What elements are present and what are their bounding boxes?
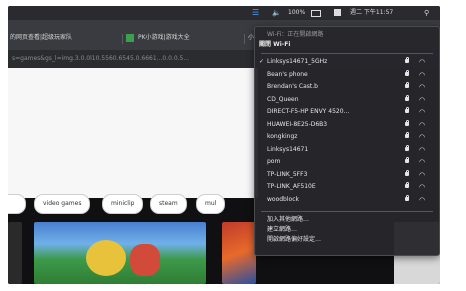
tab-divider bbox=[122, 34, 123, 44]
tab-2[interactable]: PK小游戏|游戏大全 bbox=[138, 30, 238, 46]
clock[interactable]: 週二 下午11:57 bbox=[350, 6, 393, 20]
wifi-icon[interactable]: ☰ bbox=[252, 6, 259, 20]
wifi-network-name: Linksys14671 bbox=[267, 145, 309, 153]
wifi-status-row: Wi-Fi：正在開啟網路 bbox=[255, 30, 439, 40]
wifi-network-item[interactable]: DIRECT-F5-HP ENVY 4520... ◠ bbox=[255, 107, 439, 117]
chip-steam[interactable]: steam bbox=[150, 194, 187, 214]
image-tile-zelda[interactable] bbox=[34, 222, 206, 284]
lock-icon bbox=[405, 69, 409, 76]
lock-icon bbox=[405, 169, 409, 176]
menu-item-label: 建立網路… bbox=[267, 226, 298, 233]
wifi-network-name: HUAWEI-8E25-D6B3 bbox=[267, 120, 328, 128]
wifi-signal-icon: ◠ bbox=[419, 108, 426, 116]
wifi-signal-icon: ◠ bbox=[419, 83, 426, 91]
battery-icon[interactable] bbox=[311, 10, 321, 17]
wifi-network-name: woodblock bbox=[267, 195, 299, 203]
menu-bar: ☰ 🔈 100% 週二 下午11:57 ⚲ bbox=[8, 6, 440, 20]
photo-frame: ☰ 🔈 100% 週二 下午11:57 ⚲ 的网页查看|超级玩家队 PK小游戏|… bbox=[0, 0, 466, 291]
wifi-signal-icon: ◠ bbox=[419, 58, 426, 66]
menu-divider bbox=[261, 53, 433, 54]
wifi-network-name: Bean's phone bbox=[267, 70, 308, 78]
wifi-network-item[interactable]: pom ◠ bbox=[255, 157, 439, 167]
wifi-signal-icon: ◠ bbox=[419, 133, 426, 141]
url-text: s=games&gs_l=img.3.0.0l10.5560.6545.0.66… bbox=[12, 55, 190, 62]
search-icon[interactable]: ⚲ bbox=[424, 6, 429, 20]
wifi-network-item[interactable]: Brendan's Cast.b ◠ bbox=[255, 82, 439, 92]
wifi-network-item[interactable]: Bean's phone ◠ bbox=[255, 69, 439, 80]
wifi-network-name: CD_Queen bbox=[267, 95, 299, 103]
wifi-menu: Wi-Fi：正在開啟網路 關閉 Wi-Fi ✓ Linksys14671_5GHz… bbox=[254, 26, 440, 256]
wifi-network-item[interactable]: TP-LINK_AF510E ◠ bbox=[255, 182, 439, 192]
wifi-signal-icon: ◠ bbox=[419, 95, 426, 104]
game-favicon-icon bbox=[126, 34, 134, 42]
battery-text[interactable]: 100% bbox=[288, 6, 305, 20]
wifi-signal-icon: ◠ bbox=[419, 170, 426, 179]
wifi-signal-icon: ◠ bbox=[419, 158, 426, 166]
wifi-network-item[interactable]: woodblock ◠ bbox=[255, 194, 439, 205]
checkmark-icon: ✓ bbox=[259, 58, 265, 65]
lock-icon bbox=[405, 82, 409, 88]
menu-item-label: 開啟網路偏好設定… bbox=[267, 236, 322, 243]
menu-item-create-network[interactable]: 建立網路… bbox=[255, 225, 439, 235]
screen-photo: ☰ 🔈 100% 週二 下午11:57 ⚲ 的网页查看|超级玩家队 PK小游戏|… bbox=[8, 6, 440, 284]
lock-icon bbox=[405, 182, 409, 188]
lock-icon bbox=[405, 57, 409, 63]
wifi-signal-icon: ◠ bbox=[419, 70, 426, 79]
wifi-network-name: Linksys14671_5GHz bbox=[267, 58, 328, 65]
wifi-toggle-label: 關閉 Wi-Fi bbox=[259, 41, 291, 48]
wifi-network-name: TP-LINK_AF510E bbox=[267, 183, 316, 190]
character-figure bbox=[86, 240, 126, 276]
chip-multi[interactable]: mul bbox=[196, 194, 226, 214]
image-tile[interactable] bbox=[8, 222, 22, 284]
chip-video-games[interactable]: video games bbox=[34, 194, 91, 214]
wifi-network-name: kongkingz bbox=[267, 133, 298, 140]
image-tile-mario[interactable] bbox=[222, 222, 256, 284]
lock-icon bbox=[405, 119, 409, 126]
wifi-signal-icon: ◠ bbox=[419, 183, 426, 191]
chip-miniclip[interactable]: miniclip bbox=[102, 194, 144, 214]
lock-icon bbox=[405, 144, 409, 151]
page-white-area bbox=[8, 68, 258, 198]
wifi-signal-icon: ◠ bbox=[419, 120, 426, 129]
menu-divider bbox=[261, 211, 433, 212]
lock-icon bbox=[405, 132, 409, 138]
wifi-network-name: TP-LINK_5FF3 bbox=[267, 170, 308, 178]
wifi-network-item[interactable]: CD_Queen ◠ bbox=[255, 94, 439, 105]
wifi-network-item[interactable]: ✓ Linksys14671_5GHz ◠ bbox=[255, 57, 439, 67]
wifi-network-name: DIRECT-F5-HP ENVY 4520... bbox=[267, 108, 350, 115]
character-figure bbox=[130, 244, 160, 276]
wifi-network-name: Brendan's Cast.b bbox=[267, 83, 318, 90]
menu-item-label: 加入其他網路… bbox=[267, 216, 310, 223]
wifi-network-item[interactable]: TP-LINK_5FF3 ◠ bbox=[255, 169, 439, 180]
wifi-network-item[interactable]: HUAWEI-8E25-D6B3 ◠ bbox=[255, 119, 439, 130]
tab-divider bbox=[244, 34, 245, 44]
wifi-signal-icon: ◠ bbox=[419, 145, 426, 154]
lock-icon bbox=[405, 107, 409, 113]
wifi-toggle-item[interactable]: 關閉 Wi-Fi bbox=[255, 40, 439, 50]
lock-icon bbox=[405, 157, 409, 163]
volume-icon[interactable]: 🔈 bbox=[272, 6, 281, 20]
lock-icon bbox=[405, 194, 409, 201]
wifi-network-item[interactable]: kongkingz ◠ bbox=[255, 132, 439, 142]
tab-1[interactable]: 的网页查看|超级玩家队 bbox=[10, 30, 122, 46]
menu-item-network-prefs[interactable]: 開啟網路偏好設定… bbox=[255, 235, 439, 245]
menu-item-join-other[interactable]: 加入其他網路… bbox=[255, 215, 439, 225]
chip-partial[interactable] bbox=[8, 194, 26, 214]
wifi-status-text: Wi-Fi：正在開啟網路 bbox=[267, 31, 324, 38]
wifi-signal-icon: ◠ bbox=[419, 195, 426, 204]
lock-icon bbox=[405, 94, 409, 101]
input-menu-icon[interactable] bbox=[334, 9, 341, 16]
wifi-network-item[interactable]: Linksys14671 ◠ bbox=[255, 144, 439, 155]
wifi-network-name: pom bbox=[267, 158, 281, 165]
